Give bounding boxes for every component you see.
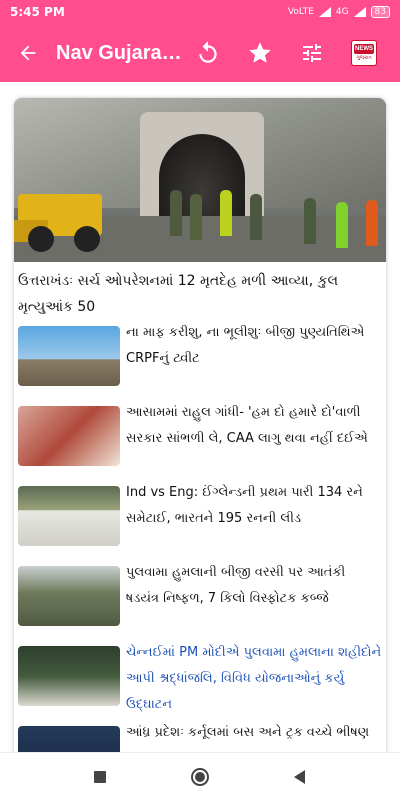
favorite-button[interactable]: [234, 24, 286, 82]
status-time: 5:45 PM: [10, 5, 65, 19]
battery-icon: 83: [370, 6, 390, 18]
status-indicators: VoLTE 4G 83: [288, 6, 390, 18]
hero-image[interactable]: [14, 98, 386, 262]
hero-person: [190, 194, 202, 240]
refresh-icon: [199, 41, 217, 63]
logo-text-bottom: ગુજરાત: [356, 55, 372, 61]
news-headline-visited: ચેન્નઈમાં PM મોદીએ પુલવામા હુમલાના શહીદો…: [126, 645, 382, 712]
hero-loader-wheel: [28, 226, 54, 252]
hero-headline[interactable]: ઉત્તરાખંડઃ સર્ચ ઓપરેશનમાં 12 મૃતદેહ મળી …: [18, 268, 382, 320]
list-item[interactable]: આસામમાં રાહુલ ગાંધી- 'હમ દો હમારે દો'વાળ…: [18, 405, 382, 472]
news-headline: આંધ્ર પ્રદેશઃ કર્નૂલમાં બસ અને ટ્રક વચ્ચ…: [126, 725, 370, 740]
arrow-left-icon: [20, 45, 36, 61]
hero-person: [170, 190, 182, 236]
volte-indicator: VoLTE: [287, 7, 314, 17]
app-title: Nav Gujarat Samay: [56, 41, 186, 64]
hero-person: [250, 194, 262, 240]
back-button[interactable]: [0, 24, 56, 82]
news-headline: પુલવામા હુમલાની બીજી વરસી પર આતંકી ષડયંત…: [126, 565, 346, 606]
news-thumbnail: [18, 646, 120, 706]
news-headline: આસામમાં રાહુલ ગાંધી- 'હમ દો હમારે દો'વાળ…: [126, 405, 368, 446]
list-item[interactable]: પુલવામા હુમલાની બીજી વરસી પર આતંકી ષડયંત…: [18, 565, 382, 632]
news-headline: Ind vs Eng: ઈંગ્લેન્ડની પ્રથમ પારી 134 ર…: [126, 485, 363, 526]
star-icon: [249, 42, 271, 63]
system-nav-bar: [0, 752, 400, 800]
triangle-back-icon: [294, 769, 305, 784]
recents-button[interactable]: [86, 763, 114, 791]
news-thumbnail: [18, 566, 120, 626]
channel-logo-button[interactable]: NEWS ગુજરાત: [338, 24, 390, 82]
network-indicator: 4G: [335, 7, 349, 17]
back-nav-button[interactable]: [286, 763, 314, 791]
news-headline: ના માફ કરીશુ, ના ભૂલીશુઃ બીજી પુણ્યતિથિએ…: [126, 325, 365, 366]
hero-person: [336, 202, 348, 248]
app-bar: Nav Gujarat Samay NEWS ગુજરાત: [0, 24, 400, 82]
filter-settings-button[interactable]: [286, 24, 338, 82]
news-thumbnail: [18, 486, 120, 546]
signal-icon-2: [353, 7, 366, 17]
status-bar: 5:45 PM VoLTE 4G 83: [0, 0, 400, 24]
square-recent-icon: [94, 770, 106, 783]
news-feed[interactable]: ઉત્તરાખંડઃ સર્ચ ઓપરેશનમાં 12 મૃતદેહ મળી …: [0, 82, 400, 752]
list-item[interactable]: Ind vs Eng: ઈંગ્લેન્ડની પ્રથમ પારી 134 ર…: [18, 485, 382, 552]
news-thumbnail: [18, 726, 120, 752]
refresh-button[interactable]: [182, 24, 234, 82]
news-thumbnail: [18, 326, 120, 386]
hero-loader-wheel: [74, 226, 100, 252]
circle-home-icon: [191, 767, 209, 786]
logo-text-top: NEWS: [354, 44, 374, 54]
hero-person: [366, 200, 378, 246]
news-card: ઉત્તરાખંડઃ સર્ચ ઓપરેશનમાં 12 મૃતદેહ મળી …: [14, 98, 386, 752]
tune-sliders-icon: [303, 44, 321, 62]
list-item[interactable]: આંધ્ર પ્રદેશઃ કર્નૂલમાં બસ અને ટ્રક વચ્ચ…: [18, 725, 382, 752]
news-thumbnail: [18, 406, 120, 466]
home-button[interactable]: [186, 763, 214, 791]
list-item[interactable]: ચેન્નઈમાં PM મોદીએ પુલવામા હુમલાના શહીદો…: [18, 645, 382, 712]
toolbar-actions: NEWS ગુજરાત: [182, 24, 390, 82]
signal-icon: [318, 7, 331, 17]
list-item[interactable]: ના માફ કરીશુ, ના ભૂલીશુઃ બીજી પુણ્યતિથિએ…: [18, 325, 382, 392]
hero-person: [304, 198, 316, 244]
news-channel-logo: NEWS ગુજરાત: [351, 40, 377, 66]
hero-person: [220, 190, 232, 236]
